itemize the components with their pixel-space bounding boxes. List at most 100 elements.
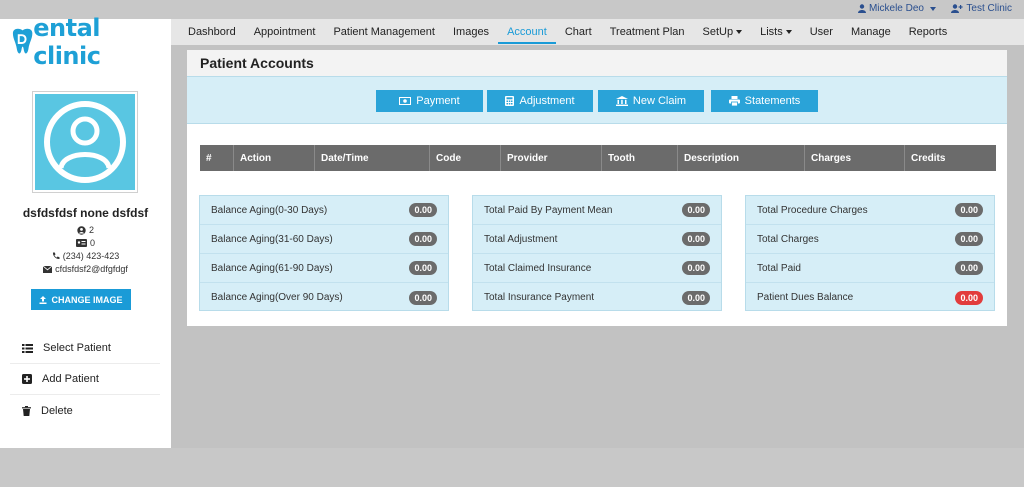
print-icon (728, 96, 740, 106)
dues-balance-badge: 0.00 (955, 290, 983, 305)
summary-label: Total Procedure Charges (757, 204, 868, 216)
summary-value-badge: 0.00 (682, 261, 710, 275)
summary-row: Total Claimed Insurance 0.00 (473, 254, 721, 283)
col-action[interactable]: Action (234, 145, 315, 171)
summary-row: Total Insurance Payment 0.00 (473, 283, 721, 312)
summary-row: Total Paid 0.00 (746, 254, 994, 283)
totals-summary-box: Total Procedure Charges 0.00 Total Charge… (745, 195, 995, 311)
envelope-icon (43, 265, 53, 273)
change-image-button[interactable]: CHANGE IMAGE (31, 289, 131, 310)
caret-down-icon (785, 30, 792, 34)
summary-row: Balance Aging(Over 90 Days) 0.00 (200, 283, 448, 312)
summary-row: Total Adjustment 0.00 (473, 225, 721, 254)
summary-label: Total Adjustment (484, 233, 558, 245)
delete-patient-item[interactable]: Delete (10, 395, 160, 426)
col-charges[interactable]: Charges (805, 145, 905, 171)
summary-label: Total Paid By Payment Mean (484, 204, 613, 216)
page-title: Patient Accounts (187, 50, 1007, 76)
phone-icon (52, 252, 60, 260)
nav-images[interactable]: Images (444, 19, 498, 45)
summary-value-badge: 0.00 (682, 290, 710, 305)
user-menu[interactable]: Mickele Deo (857, 3, 936, 14)
summary-row: Total Paid By Payment Mean 0.00 (473, 196, 721, 225)
patient-count-1: 2 (0, 225, 171, 235)
nav-patient-management[interactable]: Patient Management (324, 19, 444, 45)
nav-setup[interactable]: SetUp (694, 19, 752, 45)
clinic-menu[interactable]: Test Clinic (951, 3, 1012, 14)
transactions-table-header: # Action Date/Time Code Provider Tooth D… (200, 145, 996, 171)
summary-label: Total Charges (757, 233, 819, 245)
nav-treatment-plan[interactable]: Treatment Plan (601, 19, 694, 45)
summary-value-badge: 0.00 (955, 261, 983, 275)
col-date-time[interactable]: Date/Time (315, 145, 430, 171)
summary-value-badge: 0.00 (409, 290, 437, 305)
nav-reports[interactable]: Reports (900, 19, 957, 45)
summary-label: Total Insurance Payment (484, 292, 595, 303)
summary-value-badge: 0.00 (682, 203, 710, 217)
user-name: Mickele Deo (868, 3, 924, 14)
summary-value-badge: 0.00 (955, 232, 983, 246)
statements-button[interactable]: Statements (711, 90, 818, 112)
summary-value-badge: 0.00 (409, 261, 437, 275)
summary-value-badge: 0.00 (682, 232, 710, 246)
user-icon (857, 4, 866, 13)
clinic-name: Test Clinic (966, 3, 1012, 14)
id-card-icon (75, 239, 87, 247)
nav-chart[interactable]: Chart (556, 19, 601, 45)
patient-accounts-panel: Patient Accounts Payment Adjustment New … (187, 50, 1007, 326)
adjustment-button[interactable]: Adjustment (487, 90, 593, 112)
col-number[interactable]: # (200, 145, 234, 171)
col-provider[interactable]: Provider (501, 145, 602, 171)
new-claim-button[interactable]: New Claim (598, 90, 704, 112)
nav-appointment[interactable]: Appointment (245, 19, 325, 45)
summary-value-badge: 0.00 (955, 203, 983, 217)
money-icon (399, 97, 412, 105)
user-plus-icon (951, 4, 964, 13)
nav-manage[interactable]: Manage (842, 19, 900, 45)
payments-summary-box: Total Paid By Payment Mean 0.00 Total Adj… (472, 195, 722, 311)
summary-label: Patient Dues Balance (757, 292, 854, 303)
logo-text: ental clinic (33, 14, 101, 70)
col-credits[interactable]: Credits (905, 145, 996, 171)
upload-icon (39, 295, 47, 304)
nav-account[interactable]: Account (498, 19, 556, 45)
footer-strip (0, 448, 1024, 487)
summary-row: Balance Aging(0-30 Days) 0.00 (200, 196, 448, 225)
patient-phone: (234) 423-423 (0, 251, 171, 261)
summary-row: Total Charges 0.00 (746, 225, 994, 254)
user-circle-icon (77, 225, 86, 235)
payment-button[interactable]: Payment (376, 90, 483, 112)
avatar (32, 91, 138, 193)
tooth-logo-icon (12, 28, 33, 54)
app-logo[interactable]: ental clinic (0, 14, 171, 70)
calculator-icon (505, 96, 515, 106)
trash-icon (22, 405, 31, 416)
summary-row: Balance Aging(61-90 Days) 0.00 (200, 254, 448, 283)
caret-down-icon (930, 6, 936, 11)
summary-label: Total Claimed Insurance (484, 262, 592, 274)
patient-name: dsfdsfdsf none dsfdsf (22, 206, 149, 220)
nav-dashbord[interactable]: Dashbord (179, 19, 245, 45)
nav-lists[interactable]: Lists (751, 19, 801, 45)
summary-label: Balance Aging(0-30 Days) (211, 204, 328, 216)
summary-row: Total Procedure Charges 0.00 (746, 196, 994, 225)
bank-icon (615, 96, 628, 106)
summary-label: Balance Aging(Over 90 Days) (211, 292, 343, 303)
main-nav: Dashbord Appointment Patient Management … (171, 19, 1024, 45)
col-tooth[interactable]: Tooth (602, 145, 678, 171)
user-avatar-icon (44, 101, 126, 183)
plus-square-icon (22, 374, 32, 384)
summary-label: Balance Aging(31-60 Days) (211, 233, 333, 245)
list-icon (22, 343, 33, 353)
summary-value-badge: 0.00 (409, 232, 437, 246)
summary-label: Total Paid (757, 262, 801, 274)
balance-aging-box: Balance Aging(0-30 Days) 0.00 Balance Agi… (199, 195, 449, 311)
col-description[interactable]: Description (678, 145, 805, 171)
caret-down-icon (736, 30, 743, 34)
select-patient-item[interactable]: Select Patient (10, 333, 160, 364)
add-patient-item[interactable]: Add Patient (10, 364, 160, 395)
summary-value-badge: 0.00 (409, 203, 437, 217)
nav-user[interactable]: User (801, 19, 842, 45)
patient-count-2: 0 (0, 238, 171, 248)
col-code[interactable]: Code (430, 145, 501, 171)
